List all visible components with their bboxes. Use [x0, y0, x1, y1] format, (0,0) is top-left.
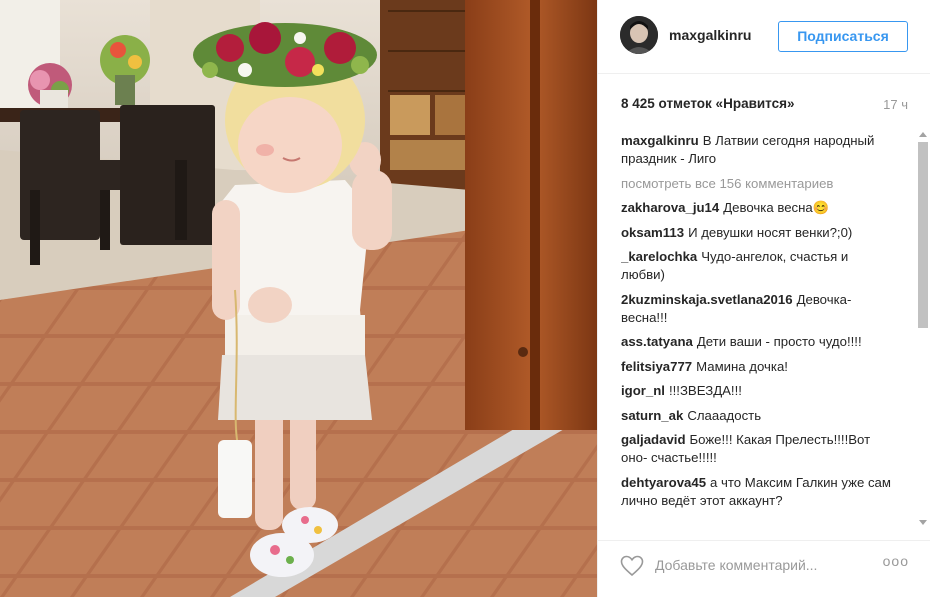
comments-list: maxgalkinru В Латвии сегодня народный пра…	[621, 132, 891, 532]
comment-username[interactable]: dehtyarova45	[621, 475, 706, 490]
comment-username[interactable]: felitsiya777	[621, 359, 692, 374]
post-timestamp[interactable]: 17 ч	[883, 97, 908, 112]
comment-text: И девушки носят венки?;0)	[688, 224, 853, 240]
likes-count[interactable]: 8 425 отметок «Нравится»	[621, 96, 795, 111]
comment-item: ass.tatyana Дети ваши - просто чудо!!!!	[621, 333, 891, 351]
add-comment-input[interactable]	[655, 553, 855, 577]
comment-text: Слааадость	[687, 407, 762, 423]
comment-item: igor_nl !!!ЗВЕЗДА!!!	[621, 382, 891, 400]
post-photo[interactable]	[0, 0, 597, 597]
comment-username[interactable]: ass.tatyana	[621, 334, 693, 349]
username-link[interactable]: maxgalkinru	[669, 27, 751, 43]
comment-username[interactable]: zakharova_ju14	[621, 200, 719, 215]
comment-username[interactable]: galjadavid	[621, 432, 686, 447]
post-sidebar: maxgalkinru Подписаться 8 425 отметок «Н…	[597, 0, 930, 597]
comment-username[interactable]: igor_nl	[621, 383, 665, 398]
avatar-image	[620, 16, 658, 54]
comment-item: dehtyarova45 а что Максим Галкин уже сам …	[621, 474, 891, 510]
view-all-comments-link[interactable]: посмотреть все 156 комментариев	[621, 175, 891, 193]
more-options-icon[interactable]: ooo	[883, 553, 909, 569]
post-footer: ooo	[598, 540, 930, 597]
scroll-thumb[interactable]	[918, 142, 928, 328]
comment-item: zakharova_ju14 Девочка весна😊	[621, 199, 891, 217]
comment-username[interactable]: _karelochka	[621, 249, 697, 264]
comment-text: !!!ЗВЕЗДА!!!	[668, 383, 742, 398]
comment-item: oksam113 И девушки носят венки?;0)	[621, 224, 891, 242]
caption-username[interactable]: maxgalkinru	[621, 133, 699, 148]
comment-item: felitsiya777 Мамина дочка!	[621, 358, 891, 376]
post-header: maxgalkinru Подписаться	[598, 0, 930, 74]
scroll-down-arrow-icon[interactable]	[919, 520, 927, 525]
comment-username[interactable]: oksam113	[621, 225, 684, 240]
comment-text: Мамина дочка!	[696, 358, 788, 374]
scroll-up-arrow-icon[interactable]	[919, 132, 927, 137]
comment-item: 2kuzminskaja.svetlana2016 Девочка-весна!!…	[621, 291, 891, 327]
photo-image	[0, 0, 597, 597]
comment-item: saturn_ak Слааадость	[621, 407, 891, 425]
comment-username[interactable]: saturn_ak	[621, 408, 683, 423]
comment-text: Девочка весна😊	[723, 200, 830, 215]
avatar[interactable]	[620, 16, 658, 54]
heart-icon[interactable]	[620, 555, 644, 577]
comment-text: Дети ваши - просто чудо!!!!	[696, 334, 862, 349]
comment-item: _karelochka Чудо-ангелок, счастья и любви…	[621, 248, 891, 284]
follow-button[interactable]: Подписаться	[778, 21, 908, 52]
post-caption: maxgalkinru В Латвии сегодня народный пра…	[621, 132, 891, 168]
comment-username[interactable]: 2kuzminskaja.svetlana2016	[621, 292, 793, 307]
comments-scrollbar[interactable]	[916, 130, 930, 530]
comment-item: galjadavid Боже!!! Какая Прелесть!!!!Вот …	[621, 431, 891, 467]
